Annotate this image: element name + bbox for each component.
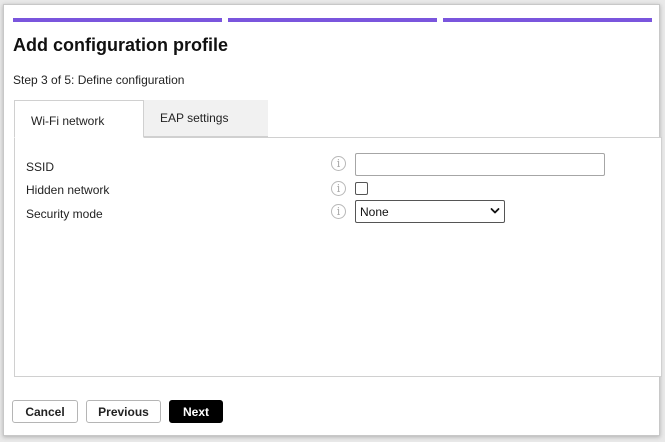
info-icon[interactable]: i bbox=[331, 204, 346, 219]
info-icon[interactable]: i bbox=[331, 181, 346, 196]
hidden-network-label: Hidden network bbox=[26, 183, 110, 197]
dialog-window: Add configuration profile Step 3 of 5: D… bbox=[3, 4, 662, 436]
chevron-down-icon bbox=[490, 208, 500, 214]
info-icon[interactable]: i bbox=[331, 156, 346, 171]
ssid-label: SSID bbox=[26, 160, 55, 174]
tab-panel: SSID i Hidden network i Security mode i … bbox=[14, 137, 662, 377]
next-button[interactable]: Next bbox=[169, 400, 223, 423]
tab-label: Wi-Fi network bbox=[31, 114, 105, 128]
security-mode-value: None bbox=[360, 204, 389, 219]
progress-segment bbox=[228, 18, 437, 22]
page-title: Add configuration profile bbox=[13, 35, 228, 55]
tab-wifi-network[interactable]: Wi-Fi network bbox=[14, 100, 144, 138]
tab-eap-settings[interactable]: EAP settings bbox=[144, 100, 268, 137]
cancel-button[interactable]: Cancel bbox=[12, 400, 78, 423]
progress-bar bbox=[13, 18, 652, 22]
tab-bar: Wi-Fi network EAP settings bbox=[14, 100, 268, 138]
step-indicator: Step 3 of 5: Define configuration bbox=[13, 73, 185, 87]
progress-segment bbox=[13, 18, 222, 22]
security-mode-select[interactable]: None bbox=[355, 200, 505, 223]
security-mode-label: Security mode bbox=[26, 207, 103, 221]
tab-label: EAP settings bbox=[160, 111, 229, 125]
progress-segment bbox=[443, 18, 652, 22]
previous-button[interactable]: Previous bbox=[86, 400, 161, 423]
footer-actions: Cancel Previous Next bbox=[12, 400, 223, 423]
ssid-input[interactable] bbox=[355, 153, 605, 176]
hidden-network-checkbox[interactable] bbox=[355, 182, 368, 195]
